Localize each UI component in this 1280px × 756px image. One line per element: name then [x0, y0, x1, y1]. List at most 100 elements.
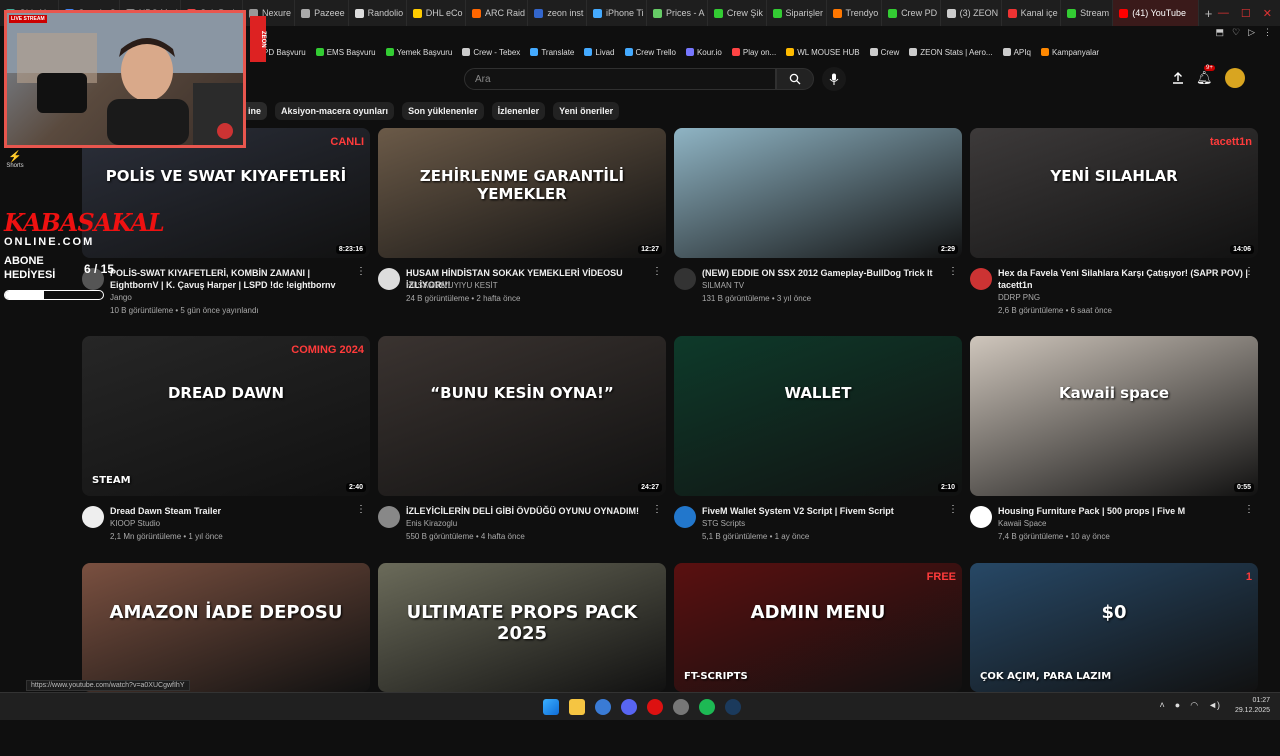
extension-icon[interactable]: ⬒ — [1215, 27, 1224, 38]
browser-tab[interactable]: Crew Şik — [708, 0, 767, 26]
more-options-icon[interactable]: ⋮ — [1244, 504, 1254, 515]
browser-tab[interactable]: Trendyo — [827, 0, 883, 26]
video-card[interactable]: DREAD DAWN COMING 2024 STEAM 2:40 Dread Dawn… — [82, 336, 370, 560]
bookmark-item[interactable]: Livad — [584, 48, 615, 57]
microphone-tray-icon[interactable]: ● — [1175, 700, 1180, 711]
channel-name[interactable]: Jango — [110, 293, 132, 302]
video-title[interactable]: (NEW) EDDIE ON SSX 2012 Gameplay-BullDog… — [702, 267, 952, 279]
bookmark-item[interactable]: ZEON Stats | Aero... — [909, 48, 993, 57]
bookmark-item[interactable]: Kour.io — [685, 48, 722, 57]
channel-name[interactable]: DDRP PNG — [998, 293, 1040, 302]
discord-icon[interactable] — [621, 699, 637, 715]
channel-avatar[interactable] — [970, 506, 992, 528]
video-thumbnail[interactable]: ZEHİRLENME GARANTİLİ YEMEKLER 12:27 — [378, 128, 666, 258]
filter-chip[interactable]: Yeni öneriler — [553, 102, 620, 120]
bookmark-item[interactable]: Crew — [869, 48, 899, 57]
video-card[interactable]: $0 1 ÇOK AÇIM, PARA LAZIM — [970, 563, 1258, 756]
video-title[interactable]: İZLEYİCİLERİN DELİ GİBİ ÖVDÜĞÜ OYUNU OYN… — [406, 505, 656, 517]
browser-tab[interactable]: (3) ZEON — [941, 0, 1002, 26]
video-card[interactable]: ADMIN MENU FREE FT-SCRIPTS — [674, 563, 962, 756]
browser-tab[interactable]: zeon inst — [528, 0, 587, 26]
menu-icon[interactable]: ⋮ — [1263, 27, 1272, 38]
video-title[interactable]: POLİS-SWAT KIYAFETLERİ, KOMBİN ZAMANI | … — [110, 267, 360, 291]
steam-icon[interactable] — [725, 699, 741, 715]
video-card[interactable]: 2:29 (NEW) EDDIE ON SSX 2012 Gameplay-Bul… — [674, 128, 962, 322]
video-title[interactable]: FiveM Wallet System V2 Script | Fivem Sc… — [702, 505, 952, 517]
search-button[interactable] — [776, 68, 814, 90]
browser-tab[interactable]: Stream — [1061, 0, 1114, 26]
voice-search-button[interactable] — [822, 67, 846, 91]
filter-chip[interactable]: ine — [246, 102, 268, 120]
video-card[interactable]: “BUNU KESİN OYNA!” 24:27 İZLEYİCİLERİN DEL… — [378, 336, 666, 560]
channel-avatar[interactable] — [674, 506, 696, 528]
more-options-icon[interactable]: ⋮ — [652, 266, 662, 277]
channel-avatar[interactable] — [674, 268, 696, 290]
account-avatar[interactable] — [1224, 68, 1245, 88]
video-card[interactable]: Kawaii space 0:55 Housing Furniture Pack |… — [970, 336, 1258, 560]
video-thumbnail[interactable]: AMAZON İADE DEPOSU — [82, 563, 370, 692]
video-thumbnail[interactable]: DREAD DAWN COMING 2024 STEAM 2:40 — [82, 336, 370, 496]
browser-tab[interactable]: iPhone Ti — [587, 0, 647, 26]
more-options-icon[interactable]: ⋮ — [948, 504, 958, 515]
maximize-icon[interactable]: ☐ — [1241, 7, 1251, 20]
search-input[interactable]: Ara — [464, 68, 776, 90]
channel-avatar[interactable] — [970, 268, 992, 290]
bookmark-item[interactable]: Crew - Tebex — [462, 48, 520, 57]
channel-name[interactable]: Kawaii Space — [998, 519, 1046, 528]
file-explorer-icon[interactable] — [569, 699, 585, 715]
video-thumbnail[interactable]: Kawaii space 0:55 — [970, 336, 1258, 496]
upload-icon[interactable] — [1172, 72, 1184, 84]
spotify-icon[interactable] — [699, 699, 715, 715]
video-thumbnail[interactable]: ULTIMATE PROPS PACK 2025 — [378, 563, 666, 692]
bookmark-item[interactable]: WL MOUSE HUB — [786, 48, 860, 57]
filter-chip[interactable]: Aksiyon-macera oyunları — [275, 102, 395, 120]
channel-name[interactable]: SILMAN TV — [702, 281, 744, 290]
browser-tab[interactable]: Prices - A — [647, 0, 708, 26]
video-thumbnail[interactable]: WALLET 2:10 — [674, 336, 962, 496]
opera-icon[interactable] — [647, 699, 663, 715]
video-thumbnail[interactable]: “BUNU KESİN OYNA!” 24:27 — [378, 336, 666, 496]
filter-chip[interactable]: Son yüklenenler — [402, 102, 484, 120]
chevron-up-icon[interactable]: ˄ — [1160, 700, 1165, 711]
channel-name[interactable]: STG Scripts — [702, 519, 745, 528]
more-options-icon[interactable]: ⋮ — [356, 266, 366, 277]
taskbar-clock[interactable]: 01:27 29.12.2025 — [1235, 696, 1270, 716]
play-icon[interactable]: ▷ — [1248, 27, 1255, 38]
more-options-icon[interactable]: ⋮ — [652, 504, 662, 515]
video-card[interactable]: ULTIMATE PROPS PACK 2025 — [378, 563, 666, 756]
video-card[interactable]: WALLET 2:10 FiveM Wallet System V2 Script … — [674, 336, 962, 560]
bookmark-item[interactable]: APIq — [1002, 48, 1031, 57]
bookmark-item[interactable]: EMS Başvuru — [315, 48, 376, 57]
video-card[interactable]: YENİ SILAHLAR tacett1n 14:06 Hex da Favela … — [970, 128, 1258, 322]
rail-item-shorts[interactable]: ⚡ Shorts — [0, 150, 30, 169]
bookmark-item[interactable]: Play on... — [731, 48, 776, 57]
more-options-icon[interactable]: ⋮ — [1244, 266, 1254, 277]
browser-tab[interactable]: Pazeee — [295, 0, 349, 26]
channel-name[interactable]: KIOOP Studio — [110, 519, 160, 528]
more-options-icon[interactable]: ⋮ — [948, 266, 958, 277]
new-tab-button[interactable]: + — [1199, 6, 1218, 21]
app-icon[interactable] — [673, 699, 689, 715]
video-title[interactable]: Hex da Favela Yeni Silahlara Karşı Çatış… — [998, 267, 1248, 291]
browser-tab[interactable]: ARC Raid — [466, 0, 529, 26]
video-thumbnail[interactable]: 2:29 — [674, 128, 962, 258]
video-card[interactable]: AMAZON İADE DEPOSU — [82, 563, 370, 756]
video-card[interactable]: ZEHİRLENME GARANTİLİ YEMEKLER 12:27 HUSAM … — [378, 128, 666, 322]
close-icon[interactable]: ✕ — [1263, 7, 1272, 20]
more-options-icon[interactable]: ⋮ — [356, 504, 366, 515]
filter-chip[interactable]: İzlenenler — [491, 102, 546, 120]
bookmark-icon[interactable]: ♡ — [1232, 27, 1240, 38]
video-thumbnail[interactable]: ADMIN MENU FREE FT-SCRIPTS — [674, 563, 962, 692]
channel-name[interactable]: HUSAMVIVUYIYU KESİT — [406, 281, 498, 290]
channel-name[interactable]: Enis Kirazoglu — [406, 519, 457, 528]
minimize-icon[interactable]: — — [1218, 7, 1229, 20]
video-title[interactable]: Housing Furniture Pack | 500 props | Fiv… — [998, 505, 1248, 517]
bookmark-item[interactable]: Yemek Başvuru — [385, 48, 452, 57]
volume-icon[interactable]: ◄) — [1208, 700, 1220, 711]
network-app-icon[interactable] — [595, 699, 611, 715]
windows-start-icon[interactable] — [543, 699, 559, 715]
bookmark-item[interactable]: Kampanyalar — [1040, 48, 1099, 57]
browser-tab[interactable]: Siparişler — [767, 0, 827, 26]
video-thumbnail[interactable]: $0 1 ÇOK AÇIM, PARA LAZIM — [970, 563, 1258, 692]
bookmark-item[interactable]: Translate — [530, 48, 574, 57]
